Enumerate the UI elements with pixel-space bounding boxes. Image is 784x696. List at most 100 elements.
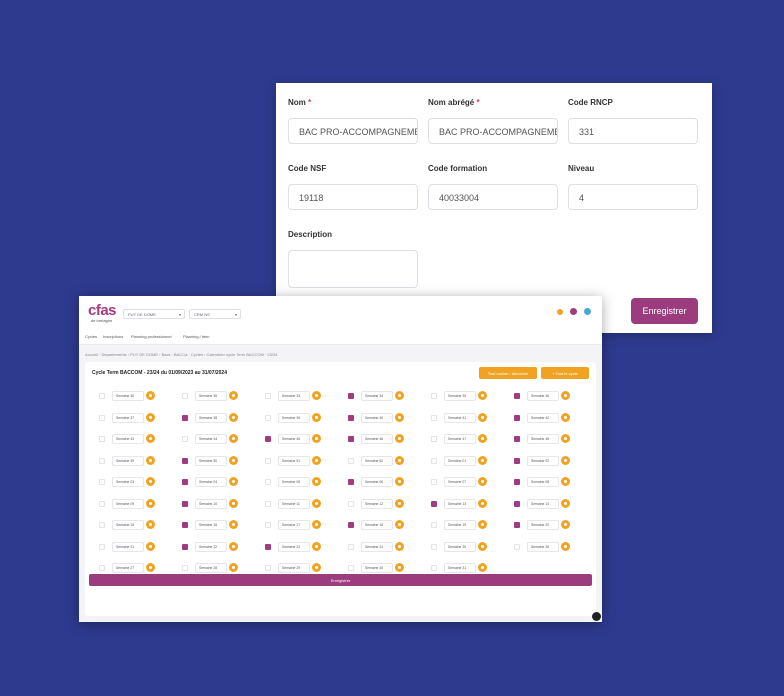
week-options-icon[interactable] <box>229 434 238 443</box>
week-options-icon[interactable] <box>478 434 487 443</box>
week-options-icon[interactable] <box>146 412 155 422</box>
department-select[interactable]: PUY DE DOME ▾ <box>123 309 185 319</box>
week-checkbox[interactable] <box>431 436 437 442</box>
nav-item-inscriptions[interactable]: Inscriptions <box>103 334 123 339</box>
week-checkbox[interactable] <box>514 414 520 421</box>
week-options-icon[interactable] <box>229 563 238 572</box>
week-checkbox[interactable] <box>265 479 271 485</box>
whole-cycle-button[interactable]: + Tout le cycle <box>541 367 589 379</box>
week-checkbox[interactable] <box>99 565 105 571</box>
week-checkbox[interactable] <box>348 522 354 528</box>
week-checkbox[interactable] <box>348 479 354 485</box>
week-options-icon[interactable] <box>561 520 570 529</box>
week-checkbox[interactable] <box>514 479 520 485</box>
week-checkbox[interactable] <box>182 543 188 550</box>
week-options-icon[interactable] <box>478 391 487 400</box>
week-options-icon[interactable] <box>478 541 487 551</box>
week-checkbox[interactable] <box>514 393 520 399</box>
week-checkbox[interactable] <box>182 565 188 571</box>
week-options-icon[interactable] <box>312 391 321 400</box>
user-icon[interactable] <box>584 308 591 315</box>
week-options-icon[interactable] <box>146 477 155 486</box>
week-checkbox[interactable] <box>182 457 188 464</box>
week-checkbox[interactable] <box>99 522 105 528</box>
week-options-icon[interactable] <box>312 455 321 465</box>
nav-item-planning-pro[interactable]: Planning professionnel <box>131 334 171 339</box>
organisation-select[interactable]: CRM NS ▾ <box>189 309 241 319</box>
week-checkbox[interactable] <box>431 479 437 485</box>
week-checkbox[interactable] <box>348 414 354 421</box>
week-checkbox[interactable] <box>99 479 105 485</box>
week-options-icon[interactable] <box>561 455 570 465</box>
week-options-icon[interactable] <box>229 541 238 551</box>
week-options-icon[interactable] <box>395 477 404 486</box>
week-options-icon[interactable] <box>561 434 570 443</box>
week-options-icon[interactable] <box>229 412 238 422</box>
week-checkbox[interactable] <box>431 565 437 571</box>
week-checkbox[interactable] <box>348 500 354 507</box>
week-options-icon[interactable] <box>229 477 238 486</box>
week-options-icon[interactable] <box>229 391 238 400</box>
settings-icon[interactable] <box>570 308 577 315</box>
niveau-input[interactable]: 4 <box>568 184 698 210</box>
code-formation-input[interactable]: 40033004 <box>428 184 558 210</box>
week-checkbox[interactable] <box>348 436 354 442</box>
week-checkbox[interactable] <box>348 393 354 399</box>
week-options-icon[interactable] <box>561 477 570 486</box>
week-checkbox[interactable] <box>99 543 105 550</box>
week-checkbox[interactable] <box>265 393 271 399</box>
week-options-icon[interactable] <box>561 412 570 422</box>
week-checkbox[interactable] <box>99 393 105 399</box>
week-options-icon[interactable] <box>395 520 404 529</box>
week-options-icon[interactable] <box>395 434 404 443</box>
week-options-icon[interactable] <box>478 563 487 572</box>
week-checkbox[interactable] <box>265 414 271 421</box>
week-options-icon[interactable] <box>478 412 487 422</box>
week-options-icon[interactable] <box>312 498 321 508</box>
nom-input[interactable]: BAC PRO-ACCOMPAGNEMEI <box>288 118 418 144</box>
week-options-icon[interactable] <box>312 477 321 486</box>
code-nsf-input[interactable]: 19118 <box>288 184 418 210</box>
week-options-icon[interactable] <box>478 477 487 486</box>
week-options-icon[interactable] <box>146 391 155 400</box>
save-button[interactable]: Enregistrer <box>631 298 698 324</box>
week-checkbox[interactable] <box>182 393 188 399</box>
week-checkbox[interactable] <box>431 393 437 399</box>
week-checkbox[interactable] <box>265 522 271 528</box>
week-checkbox[interactable] <box>348 457 354 464</box>
description-textarea[interactable] <box>288 250 418 288</box>
week-options-icon[interactable] <box>395 391 404 400</box>
week-options-icon[interactable] <box>312 520 321 529</box>
week-checkbox[interactable] <box>348 543 354 550</box>
week-checkbox[interactable] <box>99 500 105 507</box>
week-checkbox[interactable] <box>182 522 188 528</box>
week-options-icon[interactable] <box>561 541 570 551</box>
week-options-icon[interactable] <box>478 455 487 465</box>
week-checkbox[interactable] <box>265 457 271 464</box>
week-options-icon[interactable] <box>312 541 321 551</box>
week-options-icon[interactable] <box>312 434 321 443</box>
week-checkbox[interactable] <box>348 565 354 571</box>
week-options-icon[interactable] <box>478 498 487 508</box>
week-options-icon[interactable] <box>146 434 155 443</box>
week-checkbox[interactable] <box>99 457 105 464</box>
nav-item-planning-item[interactable]: Planning / item <box>183 334 209 339</box>
week-checkbox[interactable] <box>514 436 520 442</box>
week-options-icon[interactable] <box>561 391 570 400</box>
week-checkbox[interactable] <box>99 436 105 442</box>
nom-abrege-input[interactable]: BAC PRO-ACCOMPAGNEMEI <box>428 118 558 144</box>
notification-icon[interactable] <box>557 309 563 315</box>
week-checkbox[interactable] <box>265 543 271 550</box>
week-options-icon[interactable] <box>395 455 404 465</box>
week-checkbox[interactable] <box>182 436 188 442</box>
week-checkbox[interactable] <box>514 457 520 464</box>
week-options-icon[interactable] <box>146 563 155 572</box>
week-options-icon[interactable] <box>146 455 155 465</box>
week-checkbox[interactable] <box>182 500 188 507</box>
week-options-icon[interactable] <box>146 520 155 529</box>
toggle-all-button[interactable]: Tout cocher / décocher <box>479 367 537 379</box>
week-checkbox[interactable] <box>514 522 520 528</box>
week-checkbox[interactable] <box>265 565 271 571</box>
week-options-icon[interactable] <box>312 563 321 572</box>
nav-item-cycles[interactable]: Cycles <box>85 334 97 339</box>
